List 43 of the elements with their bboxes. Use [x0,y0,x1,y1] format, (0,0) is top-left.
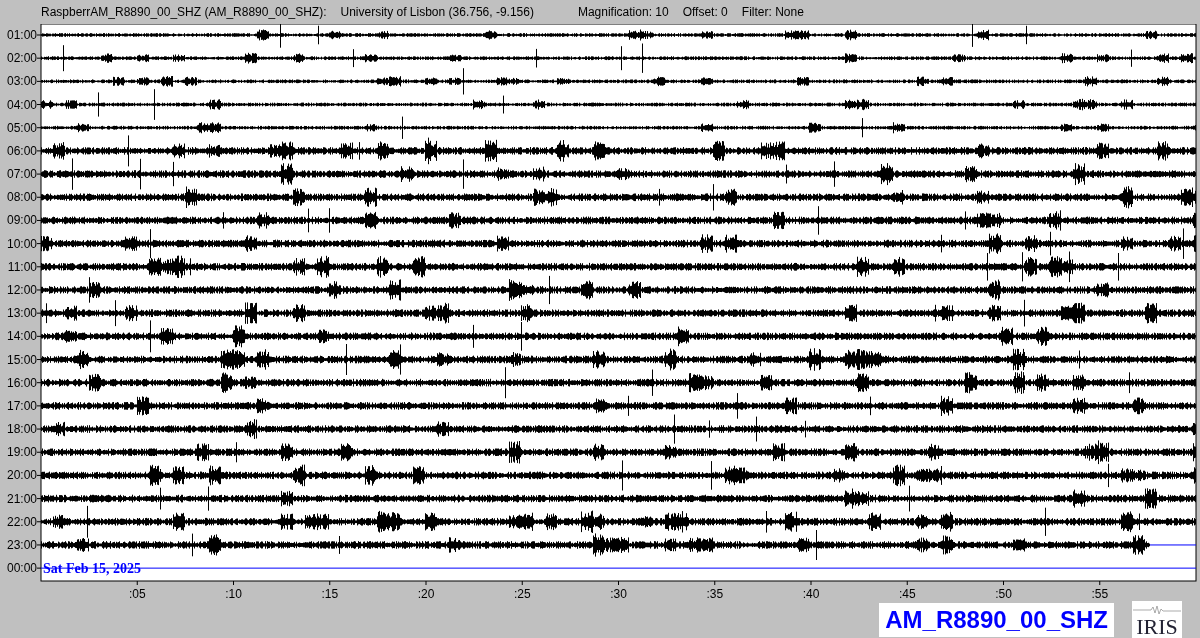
minute-tick-label: :15 [321,587,339,601]
hour-label: 12:00 [6,283,37,297]
minute-tick-label: :25 [513,587,531,601]
hour-label: 13:00 [6,306,37,321]
minute-tick-label: :50 [995,587,1012,601]
location-text: University of Lisbon (36.756, -9.156) [340,5,534,19]
minute-tick-label: :45 [898,587,916,601]
hour-label: 01:00 [6,28,37,42]
magnification-text: Magnification: 10 [577,5,669,19]
minute-tick-label: :55 [1091,587,1109,601]
hour-label: 07:00 [6,167,37,182]
hour-label: 11:00 [7,259,37,274]
offset-text: Offset: 0 [682,5,728,19]
hour-label: 22:00 [6,514,37,529]
hour-label: 19:00 [6,445,37,460]
minute-tick-label: :05 [128,587,146,601]
hour-label: 03:00 [6,74,37,89]
hour-label: 23:00 [6,537,37,552]
hour-label: 17:00 [6,398,37,413]
station-title: RaspberrAM_R8890_00_SHZ (AM_R8890_00_SHZ): [41,5,327,19]
minute-tick-label: :30 [610,587,627,601]
hour-label: 16:00 [6,375,37,390]
hour-label: 08:00 [6,190,37,205]
hour-label: 06:00 [6,143,37,158]
hour-label: 05:00 [6,120,37,135]
filter-text: Filter: None [741,5,804,19]
hour-label: 18:00 [6,422,37,437]
station-label: AM_R8890_00_SHZ [879,603,1114,637]
hour-label: 20:00 [6,468,37,483]
logo: IRIS [1132,601,1182,638]
hour-label: 15:00 [6,352,37,367]
minute-tick-label: :10 [225,587,242,601]
minute-tick-label: :35 [706,587,724,601]
hour-label: 09:00 [6,213,37,228]
hour-label: 10:00 [6,236,37,251]
minute-tick-label: :20 [417,587,435,601]
hour-label: 00:00 [6,561,37,576]
hour-label: 21:00 [6,491,37,506]
time-marker-line [1149,544,1197,546]
minute-tick-label: :40 [802,587,820,601]
hour-label: 02:00 [6,51,37,66]
hour-label: 14:00 [6,329,37,344]
hour-label: 04:00 [6,97,37,112]
